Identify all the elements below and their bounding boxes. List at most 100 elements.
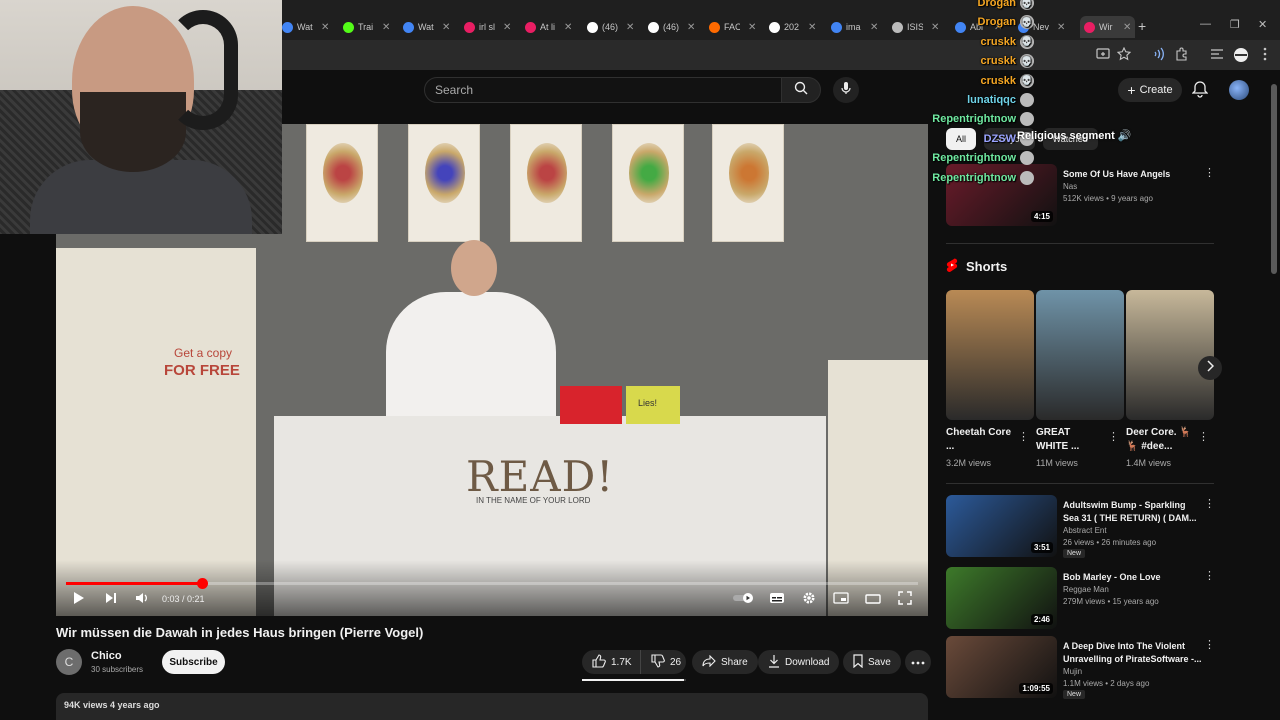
new-tab-button[interactable]: + [1138, 18, 1146, 34]
description-box[interactable] [56, 693, 928, 720]
video-thumbnail[interactable]: 1:09:55 [946, 636, 1057, 698]
miniplayer-button[interactable] [832, 592, 850, 608]
video-title-link[interactable]: Bob Marley - One Love [1063, 571, 1203, 584]
tab-close-icon[interactable]: ✕ [808, 22, 816, 33]
more-vertical-icon[interactable]: ⋮ [1198, 430, 1209, 443]
browser-tab[interactable]: Wat ✕ [282, 16, 329, 38]
browser-tab[interactable]: At li ✕ [525, 16, 572, 38]
profile-icon[interactable] [1233, 47, 1249, 63]
short-title[interactable]: Deer Core. 🦌🦌 #dee... [1126, 426, 1194, 454]
more-vertical-icon[interactable]: ⋮ [1204, 497, 1215, 510]
save-button[interactable]: Save [843, 650, 901, 674]
video-title-link[interactable]: Some Of Us Have Angels [1063, 168, 1203, 181]
fullscreen-button[interactable] [896, 590, 914, 608]
minimize-button[interactable]: — [1200, 18, 1211, 30]
more-vertical-icon[interactable]: ⋮ [1204, 569, 1215, 582]
close-window-button[interactable]: ✕ [1258, 18, 1267, 31]
create-button[interactable]: + Create [1118, 78, 1182, 102]
video-title-link[interactable]: A Deep Dive Into The Violent Unravelling… [1063, 640, 1203, 666]
video-channel[interactable]: Abstract Ent [1063, 525, 1107, 537]
tab-close-icon[interactable]: ✕ [321, 22, 329, 33]
short-thumbnail[interactable] [1126, 290, 1214, 420]
subtitles-button[interactable] [768, 592, 786, 608]
tab-close-icon[interactable]: ✕ [442, 22, 450, 33]
time-display: 0:03 / 0:21 [162, 594, 205, 604]
extensions-puzzle-icon[interactable] [1174, 47, 1190, 63]
tab-close-icon[interactable]: ✕ [1057, 22, 1065, 33]
browser-menu-icon[interactable] [1257, 47, 1273, 63]
dislike-button[interactable]: 26 [640, 650, 686, 674]
video-channel[interactable]: Mujin [1063, 666, 1082, 678]
theater-mode-button[interactable] [864, 592, 882, 608]
chat-emote-icon: 💀 [1020, 54, 1034, 69]
settings-button[interactable] [800, 592, 818, 608]
tab-close-icon[interactable]: ✕ [564, 22, 572, 33]
video-thumbnail[interactable]: 3:51 [946, 495, 1057, 557]
browser-tab[interactable]: FAC ✕ [709, 16, 756, 38]
share-arrow-icon [702, 654, 716, 670]
video-thumbnail[interactable]: 2:46 [946, 567, 1057, 629]
chat-emote-icon: 💀 [1020, 73, 1034, 88]
shorts-next-button[interactable] [1198, 356, 1222, 380]
tab-close-icon[interactable]: ✕ [931, 22, 939, 33]
browser-tab[interactable]: 202 ✕ [769, 16, 816, 38]
account-avatar[interactable] [1229, 80, 1249, 100]
voice-search-button[interactable] [833, 77, 859, 103]
page-scrollbar[interactable] [1271, 84, 1277, 274]
notifications-bell-icon[interactable] [1191, 80, 1210, 98]
progress-bar[interactable] [66, 578, 918, 589]
tab-close-icon[interactable]: ✕ [748, 22, 756, 33]
browser-tab[interactable]: (46) ✕ [587, 16, 634, 38]
autoplay-toggle[interactable] [732, 592, 756, 608]
channel-avatar[interactable]: C [56, 649, 82, 675]
browser-tab[interactable]: ima ✕ [831, 16, 878, 38]
video-channel[interactable]: Reggae Man [1063, 584, 1109, 596]
browser-tab[interactable]: Trai ✕ [343, 16, 390, 38]
short-title[interactable]: GREAT WHITE ... [1036, 426, 1104, 454]
maximize-button[interactable]: ❐ [1230, 18, 1240, 31]
video-title-link[interactable]: Adultswim Bump - Sparkling Sea 31 ( THE … [1063, 499, 1203, 525]
thumbs-up-icon [592, 653, 606, 671]
video-channel[interactable]: Nas [1063, 181, 1077, 193]
share-button[interactable]: Share [692, 650, 758, 674]
filter-chip[interactable]: All [946, 128, 977, 150]
tab-close-icon[interactable]: ✕ [626, 22, 634, 33]
browser-tab[interactable]: (46) ✕ [648, 16, 695, 38]
video-duration: 1:09:55 [1019, 683, 1053, 694]
play-button[interactable] [70, 591, 88, 608]
more-actions-button[interactable] [905, 650, 931, 674]
more-vertical-icon[interactable]: ⋮ [1204, 638, 1215, 651]
channel-name[interactable]: Chico [91, 650, 122, 662]
chat-line: cruskk 💀 [981, 54, 1034, 69]
chat-username: cruskk [980, 35, 1016, 48]
browser-tab[interactable]: Wir ✕ [1080, 16, 1136, 38]
bookmark-star-icon[interactable] [1116, 46, 1132, 63]
video-stats: 512K views • 9 years ago [1063, 194, 1153, 203]
volume-button[interactable] [133, 592, 151, 608]
browser-tab[interactable]: ISIS ✕ [892, 16, 939, 38]
short-title[interactable]: Cheetah Core ... [946, 426, 1014, 454]
tab-close-icon[interactable]: ✕ [1123, 22, 1131, 33]
short-thumbnail[interactable] [946, 290, 1034, 420]
tab-close-icon[interactable]: ✕ [687, 22, 695, 33]
tab-favicon-icon [587, 21, 598, 33]
chat-emote-icon [1020, 93, 1034, 107]
download-button[interactable]: Download [758, 650, 840, 674]
tab-close-icon[interactable]: ✕ [870, 22, 878, 33]
more-vertical-icon[interactable]: ⋮ [1018, 430, 1029, 443]
browser-tab[interactable]: Wat ✕ [403, 16, 450, 38]
short-thumbnail[interactable] [1036, 290, 1124, 420]
reading-list-icon[interactable] [1209, 47, 1225, 63]
search-button[interactable] [781, 77, 821, 103]
next-button[interactable] [102, 592, 120, 608]
tab-close-icon[interactable]: ✕ [503, 22, 511, 33]
more-vertical-icon[interactable]: ⋮ [1204, 166, 1215, 179]
audio-extension-icon[interactable] [1150, 47, 1166, 63]
browser-tab[interactable]: irl sl ✕ [464, 16, 511, 38]
tab-close-icon[interactable]: ✕ [382, 22, 390, 33]
like-button[interactable]: 1.7K [582, 650, 640, 674]
subscribe-button[interactable]: Subscribe [162, 650, 225, 674]
more-vertical-icon[interactable]: ⋮ [1108, 430, 1119, 443]
install-app-icon[interactable] [1095, 47, 1111, 63]
search-input[interactable]: Search [424, 77, 782, 103]
